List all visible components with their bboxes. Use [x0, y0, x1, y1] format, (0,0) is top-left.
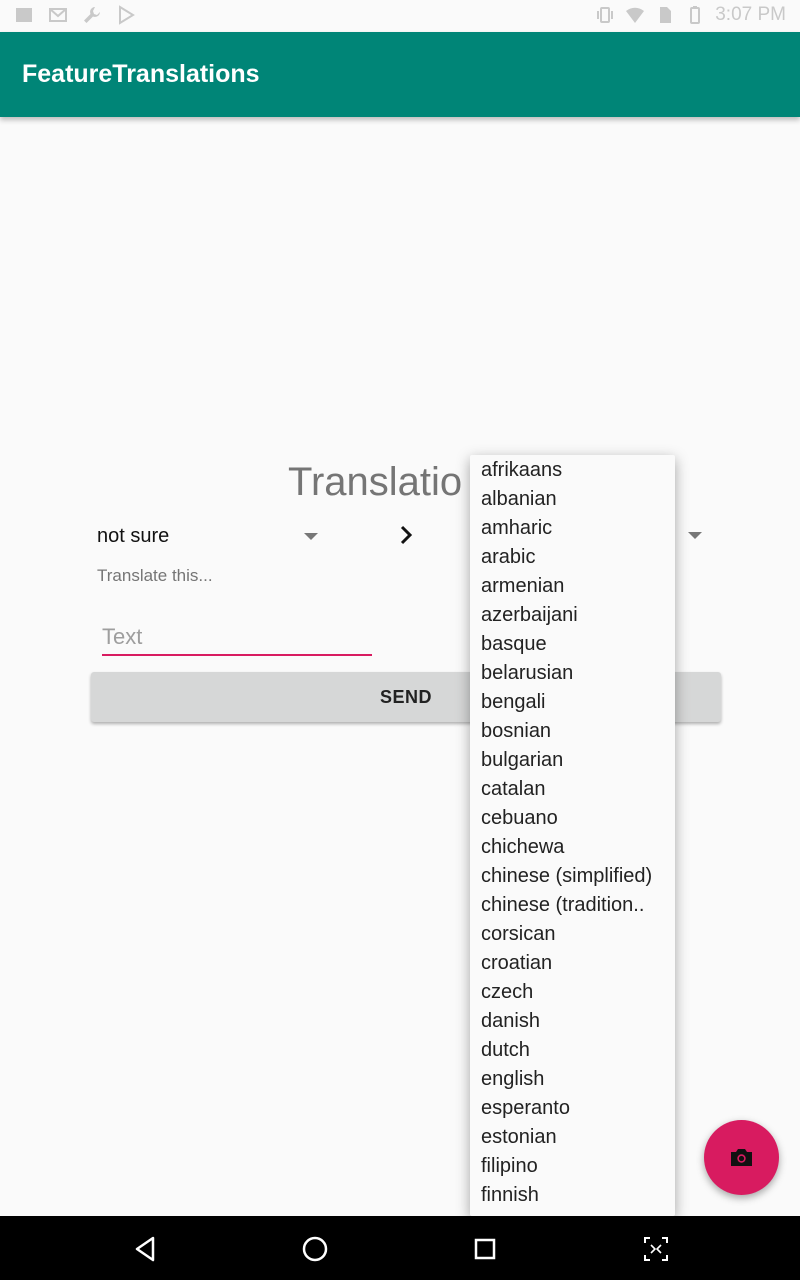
play-store-icon — [119, 5, 135, 25]
dropdown-arrow-icon — [304, 533, 318, 540]
language-option[interactable]: afrikaans — [470, 456, 675, 485]
wrench-icon — [84, 7, 100, 23]
sim-icon — [660, 7, 672, 23]
recents-icon[interactable] — [470, 1234, 500, 1264]
language-option[interactable]: basque — [470, 630, 675, 659]
language-option[interactable]: cebuano — [470, 804, 675, 833]
language-option[interactable]: chichewa — [470, 833, 675, 862]
screenshot-icon[interactable] — [641, 1234, 671, 1264]
language-dropdown-list[interactable]: afrikaans albanian amharic arabic armeni… — [470, 455, 675, 1216]
language-option[interactable]: dutch — [470, 1036, 675, 1065]
language-option[interactable]: filipino — [470, 1152, 675, 1181]
home-icon[interactable] — [300, 1234, 330, 1264]
notification-square-icon — [16, 8, 32, 22]
vibrate-icon — [597, 7, 614, 23]
camera-icon — [731, 1149, 752, 1166]
language-option[interactable]: azerbaijani — [470, 601, 675, 630]
navigation-bar — [0, 1216, 800, 1280]
source-language-spinner[interactable]: not sure — [96, 520, 326, 552]
language-option[interactable]: bengali — [470, 688, 675, 717]
language-option[interactable]: bulgarian — [470, 746, 675, 775]
app-bar: FeatureTranslations — [0, 32, 800, 117]
language-option[interactable]: catalan — [470, 775, 675, 804]
target-language-dropdown-arrow-icon[interactable] — [688, 532, 702, 539]
language-option[interactable]: amharic — [470, 514, 675, 543]
gmail-icon — [49, 8, 67, 22]
language-option[interactable]: czech — [470, 978, 675, 1007]
status-bar: 3:07 PM — [0, 0, 800, 32]
language-option[interactable]: chinese (simplified) — [470, 862, 675, 891]
app-title: FeatureTranslations — [22, 60, 260, 88]
translation-heading: Translatio — [288, 460, 463, 504]
battery-icon — [690, 6, 701, 24]
status-left-icons — [14, 5, 136, 25]
language-option[interactable]: bosnian — [470, 717, 675, 746]
language-option[interactable]: esperanto — [470, 1094, 675, 1123]
wifi-icon — [626, 7, 645, 23]
source-language-value: not sure — [97, 525, 170, 547]
language-option[interactable]: croatian — [470, 949, 675, 978]
language-option[interactable]: belarusian — [470, 659, 675, 688]
chevron-right-icon — [400, 525, 413, 545]
language-option[interactable]: arabic — [470, 543, 675, 572]
language-option[interactable]: finnish — [470, 1181, 675, 1210]
language-option[interactable]: english — [470, 1065, 675, 1094]
translate-hint: Translate this... — [97, 566, 213, 585]
language-option[interactable]: armenian — [470, 572, 675, 601]
text-input[interactable] — [102, 620, 372, 656]
language-option[interactable]: chinese (tradition.. — [470, 891, 675, 920]
language-option[interactable]: corsican — [470, 920, 675, 949]
language-option[interactable]: estonian — [470, 1123, 675, 1152]
language-option[interactable]: albanian — [470, 485, 675, 514]
camera-fab-button[interactable] — [704, 1120, 779, 1195]
back-icon[interactable] — [131, 1234, 161, 1264]
status-time: 3:07 PM — [715, 4, 786, 25]
language-option[interactable]: danish — [470, 1007, 675, 1036]
status-right-icons: 3:07 PM — [595, 4, 786, 26]
